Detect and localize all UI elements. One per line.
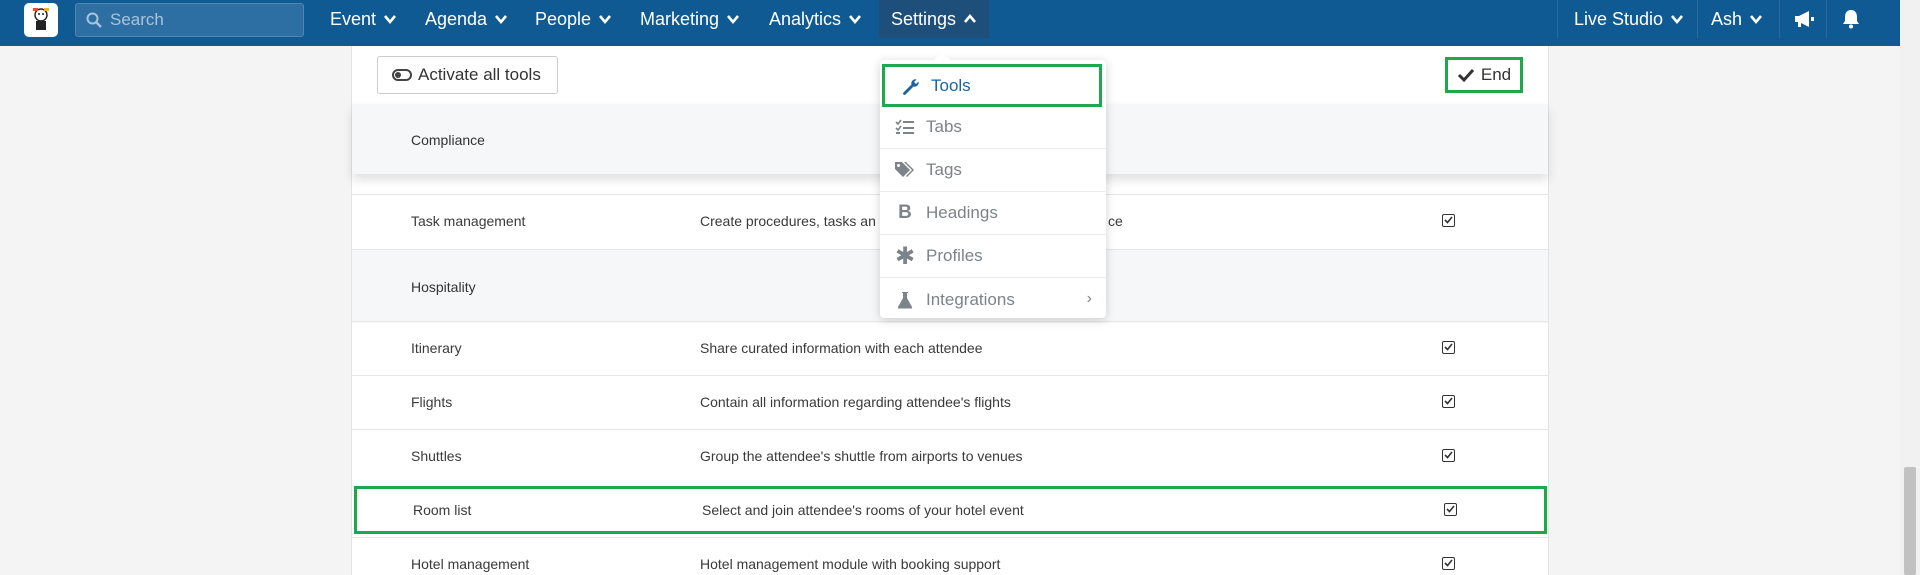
nav-marketing[interactable]: Marketing — [640, 0, 740, 38]
nav-settings[interactable]: Settings — [879, 0, 990, 38]
chevron-down-icon — [495, 15, 508, 25]
nav-people[interactable]: People — [535, 0, 612, 38]
settings-dropdown-menu: Tools Tabs Tags B Headings ✱ Profiles In… — [880, 52, 1106, 321]
chevron-down-icon — [727, 15, 740, 25]
row-description: Select and join attendee's rooms of your… — [702, 502, 1024, 518]
menu-item-tabs[interactable]: Tabs — [880, 106, 1106, 149]
nav-divider — [1826, 0, 1827, 38]
row-checkbox[interactable] — [1444, 503, 1457, 516]
chevron-right-icon: › — [1086, 290, 1092, 307]
nav-marketing-label: Marketing — [640, 8, 720, 29]
announcements-button[interactable] — [1792, 0, 1816, 38]
checkmark-icon — [1446, 505, 1455, 513]
menu-item-label: Tabs — [926, 117, 962, 136]
nav-live-studio-label: Live Studio — [1574, 8, 1664, 29]
menu-item-label: Tags — [926, 160, 962, 179]
nav-user-menu[interactable]: Ash — [1711, 0, 1763, 38]
nav-analytics-label: Analytics — [769, 8, 842, 29]
chevron-down-icon — [599, 15, 612, 25]
row-checkbox[interactable] — [1442, 557, 1455, 570]
chevron-up-icon — [964, 13, 977, 23]
flask-icon — [894, 290, 916, 310]
nav-analytics[interactable]: Analytics — [769, 0, 862, 38]
menu-item-integrations[interactable]: Integrations › — [880, 278, 1106, 321]
nav-people-label: People — [535, 8, 592, 29]
list-check-icon — [894, 117, 916, 137]
asterisk-icon: ✱ — [894, 242, 916, 270]
menu-item-profiles[interactable]: ✱ Profiles — [880, 235, 1106, 278]
notifications-button[interactable] — [1840, 0, 1862, 38]
row-name: Task management — [411, 213, 526, 229]
megaphone-icon — [1795, 11, 1814, 27]
nav-event-label: Event — [330, 8, 377, 29]
chevron-down-icon — [384, 15, 397, 25]
checkmark-icon — [1444, 451, 1453, 459]
checkmark-icon — [1444, 559, 1453, 567]
row-description: Share curated information with each atte… — [700, 340, 983, 356]
toggle-icon — [392, 69, 412, 81]
row-name: Shuttles — [411, 448, 462, 464]
search-icon — [86, 12, 102, 28]
table-row-shuttles: Shuttles Group the attendee's shuttle fr… — [352, 429, 1548, 483]
nav-divider — [1697, 0, 1698, 38]
row-description: Group the attendee's shuttle from airpor… — [700, 448, 1023, 464]
check-icon — [1457, 68, 1474, 83]
row-description: Hotel management module with booking sup… — [700, 556, 1001, 572]
search-input[interactable] — [110, 10, 290, 30]
menu-item-label: Integrations — [926, 289, 1015, 309]
tags-icon — [894, 160, 916, 180]
nav-divider — [1779, 0, 1780, 38]
section-title-compliance: Compliance — [411, 132, 485, 148]
end-label: End — [1480, 65, 1512, 84]
menu-item-label: Tools — [931, 75, 971, 95]
checkmark-icon — [1444, 343, 1453, 351]
menu-item-tools[interactable]: Tools — [882, 64, 1102, 107]
top-nav: Event Agenda People Marketing Analytics … — [0, 0, 1900, 46]
end-button[interactable]: End — [1445, 57, 1523, 93]
row-name: Itinerary — [411, 340, 462, 356]
chevron-down-icon — [1671, 15, 1684, 25]
logo-icon — [33, 8, 49, 30]
nav-agenda-label: Agenda — [425, 8, 488, 29]
checkmark-icon — [1444, 216, 1453, 224]
nav-agenda[interactable]: Agenda — [425, 0, 508, 38]
row-description: Create procedures, tasks an — [700, 213, 876, 229]
activate-all-tools-button[interactable]: Activate all tools — [377, 56, 558, 94]
row-name: Room list — [413, 502, 472, 518]
table-row-itinerary: Itinerary Share curated information with… — [352, 321, 1548, 375]
nav-live-studio[interactable]: Live Studio — [1574, 0, 1684, 38]
chevron-down-icon — [1750, 15, 1763, 25]
menu-item-tags[interactable]: Tags — [880, 149, 1106, 192]
menu-item-headings[interactable]: B Headings — [880, 192, 1106, 235]
table-row-flights: Flights Contain all information regardin… — [352, 375, 1548, 429]
scrollbar-thumb[interactable] — [1904, 467, 1916, 575]
row-checkbox[interactable] — [1442, 449, 1455, 462]
chevron-down-icon — [849, 15, 862, 25]
search-box[interactable] — [75, 3, 304, 37]
nav-divider — [1557, 0, 1558, 38]
menu-item-label: Headings — [926, 203, 998, 222]
table-row-room-list: Room list Select and join attendee's roo… — [354, 486, 1547, 534]
bell-icon — [1843, 10, 1859, 29]
row-checkbox[interactable] — [1442, 214, 1455, 227]
row-name: Hotel management — [411, 556, 530, 572]
row-name: Flights — [411, 394, 453, 410]
row-description-tail: ce — [1108, 213, 1123, 229]
nav-settings-label: Settings — [891, 8, 957, 29]
row-checkbox[interactable] — [1442, 341, 1455, 354]
nav-user-label: Ash — [1711, 8, 1743, 29]
activate-all-tools-label: Activate all tools — [418, 65, 541, 84]
table-row-hotel-management: Hotel management Hotel management module… — [352, 537, 1548, 575]
row-description: Contain all information regarding attend… — [700, 394, 1011, 410]
nav-event[interactable]: Event — [330, 0, 397, 38]
section-title-hospitality: Hospitality — [411, 278, 476, 295]
wrench-icon — [899, 76, 921, 96]
bold-icon: B — [898, 202, 912, 223]
row-checkbox[interactable] — [1442, 395, 1455, 408]
menu-item-label: Profiles — [926, 246, 983, 265]
app-logo[interactable] — [24, 3, 58, 37]
checkmark-icon — [1444, 397, 1453, 405]
